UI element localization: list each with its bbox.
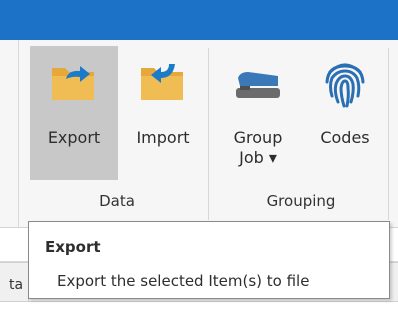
group-job-dropdown-button[interactable]: Group Job ▾ (216, 46, 300, 180)
codes-button[interactable]: Codes (304, 46, 386, 180)
export-button-label: Export (47, 128, 101, 147)
grid-column-header[interactable]: ta (9, 277, 23, 293)
window-titlebar (0, 0, 398, 40)
app-window: Export Import Data Group Job ▾ Codes Gro… (0, 0, 398, 320)
ribbon-group-divider (208, 48, 209, 220)
import-button[interactable]: Import (122, 46, 204, 180)
ribbon-left-divider (18, 40, 19, 228)
export-button[interactable]: Export (30, 46, 118, 180)
import-button-label: Import (136, 128, 190, 147)
stapler-icon (232, 64, 284, 104)
ribbon-group-divider-2 (388, 48, 389, 220)
tooltip-title: Export (45, 238, 101, 256)
group-job-label-line1: Group (233, 128, 283, 147)
fingerprint-icon (322, 56, 368, 110)
codes-button-label: Codes (320, 128, 370, 147)
import-icon (139, 60, 187, 102)
grouping-group-label: Grouping (266, 192, 336, 210)
tooltip-description: Export the selected Item(s) to file (57, 272, 310, 290)
data-group-label: Data (99, 192, 135, 210)
export-icon (50, 60, 98, 102)
group-job-label-line2: Job ▾ (239, 148, 277, 167)
export-tooltip: Export Export the selected Item(s) to fi… (28, 221, 390, 299)
